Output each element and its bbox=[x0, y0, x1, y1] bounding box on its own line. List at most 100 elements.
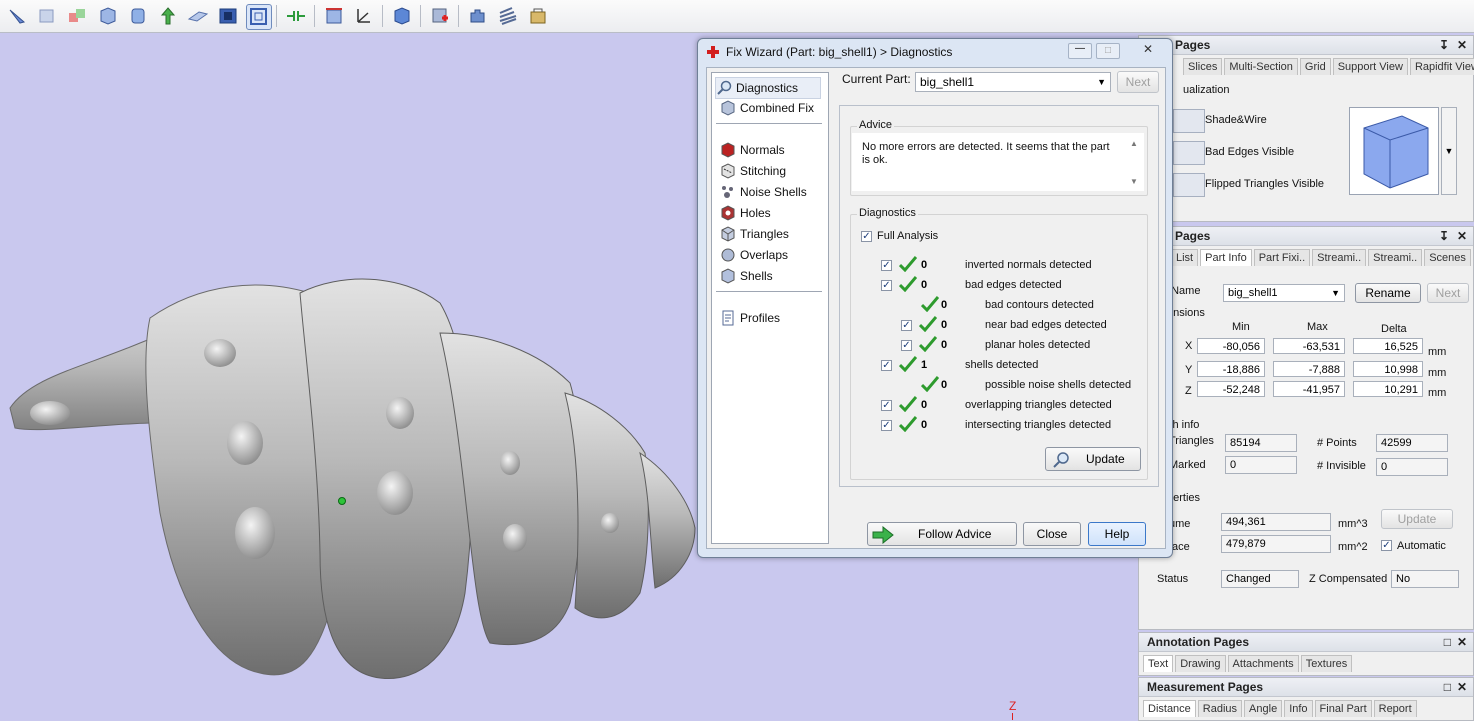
scroll-down-icon[interactable]: ▼ bbox=[1130, 177, 1138, 186]
tab-radius[interactable]: Radius bbox=[1197, 700, 1243, 717]
part-name-select[interactable]: big_shell1 ▼ bbox=[1223, 284, 1345, 302]
nav-item-combined-fix[interactable]: Combined Fix bbox=[720, 98, 814, 118]
close-icon[interactable]: ✕ bbox=[1457, 633, 1467, 651]
axis-xyz-icon[interactable] bbox=[352, 4, 376, 28]
next-button[interactable]: Next bbox=[1427, 283, 1469, 303]
tab-final-part[interactable]: Final Part bbox=[1314, 700, 1372, 717]
tab-rapidfit-view[interactable]: Rapidfit View bbox=[1409, 58, 1474, 75]
nav-item-shells[interactable]: Shells bbox=[720, 266, 773, 286]
maximize-icon[interactable]: □ bbox=[1444, 633, 1451, 651]
nav-item-overlaps[interactable]: Overlaps bbox=[720, 245, 788, 265]
tab-multi-section[interactable]: Multi-Section bbox=[1224, 58, 1298, 75]
tab-scenes[interactable]: Scenes bbox=[1424, 249, 1471, 266]
close-icon[interactable]: ✕ bbox=[1457, 678, 1467, 696]
y-min-field[interactable]: -18,886 bbox=[1197, 361, 1265, 377]
close-button[interactable]: Close bbox=[1023, 522, 1081, 546]
select-parts-icon[interactable] bbox=[35, 4, 59, 28]
tab-streaming-1[interactable]: Streami.. bbox=[1312, 249, 1367, 266]
tab-support-view[interactable]: Support View bbox=[1332, 58, 1408, 75]
triangles-field: 85194 bbox=[1225, 434, 1297, 452]
align-icon[interactable] bbox=[284, 4, 308, 28]
bad-edges-button[interactable] bbox=[1173, 141, 1205, 165]
nav-item-holes[interactable]: Holes bbox=[720, 203, 771, 223]
row-checkbox[interactable]: ✓ bbox=[881, 400, 892, 411]
cylinder-view-icon[interactable] bbox=[126, 4, 150, 28]
x-delta-field[interactable]: 16,525 bbox=[1353, 338, 1423, 354]
nav-item-stitching[interactable]: Stitching bbox=[720, 161, 786, 181]
z-max-field[interactable]: -41,957 bbox=[1273, 381, 1345, 397]
maximize-icon[interactable]: □ bbox=[1096, 43, 1120, 59]
shell-3d-model[interactable] bbox=[9, 278, 696, 680]
pin-icon[interactable]: ↧ bbox=[1439, 227, 1449, 245]
tab-distance[interactable]: Distance bbox=[1143, 700, 1196, 717]
tab-drawing[interactable]: Drawing bbox=[1175, 655, 1226, 672]
close-icon[interactable]: ✕ bbox=[1134, 41, 1162, 57]
tab-part-fixing[interactable]: Part Fixi.. bbox=[1253, 249, 1311, 266]
cube-view-icon[interactable] bbox=[96, 4, 120, 28]
close-icon[interactable]: ✕ bbox=[1457, 227, 1467, 245]
x-max-field[interactable]: -63,531 bbox=[1273, 338, 1345, 354]
maximize-icon[interactable]: □ bbox=[1444, 678, 1451, 696]
annotation-pages-panel: Annotation Pages □ ✕ Text Drawing Attach… bbox=[1138, 632, 1474, 676]
row-checkbox[interactable]: ✓ bbox=[881, 420, 892, 431]
view-dropdown-arrow-icon[interactable]: ▼ bbox=[1441, 107, 1457, 195]
package-icon[interactable] bbox=[526, 4, 550, 28]
export-part-icon[interactable] bbox=[390, 4, 414, 28]
tab-list[interactable]: List bbox=[1171, 249, 1199, 266]
colored-parts-icon[interactable] bbox=[65, 4, 89, 28]
pin-icon[interactable]: ↧ bbox=[1439, 36, 1449, 54]
nav-label-profiles: Profiles bbox=[740, 311, 781, 325]
fix-wizard-icon[interactable] bbox=[428, 4, 452, 28]
update-button[interactable]: Update bbox=[1045, 447, 1141, 471]
tab-textures[interactable]: Textures bbox=[1300, 655, 1353, 672]
tab-slices[interactable]: Slices bbox=[1183, 58, 1223, 75]
advice-textbox[interactable]: No more errors are detected. It seems th… bbox=[852, 133, 1144, 191]
x-min-field[interactable]: -80,056 bbox=[1197, 338, 1265, 354]
row-checkbox[interactable]: ✓ bbox=[881, 280, 892, 291]
tab-grid[interactable]: Grid bbox=[1299, 58, 1331, 75]
row-checkbox[interactable]: ✓ bbox=[881, 260, 892, 271]
row-checkbox[interactable]: ✓ bbox=[881, 360, 892, 371]
tab-angle[interactable]: Angle bbox=[1244, 700, 1283, 717]
select-tool-icon[interactable] bbox=[6, 4, 30, 28]
minimize-icon[interactable]: — bbox=[1068, 43, 1092, 59]
nav-item-normals[interactable]: Normals bbox=[720, 140, 785, 160]
automatic-checkbox[interactable]: ✓ bbox=[1381, 540, 1392, 551]
full-analysis-checkbox[interactable]: ✓ bbox=[861, 231, 872, 242]
tab-report[interactable]: Report bbox=[1373, 700, 1417, 717]
close-icon[interactable]: ✕ bbox=[1457, 36, 1467, 54]
nav-item-noise-shells[interactable]: Noise Shells bbox=[720, 182, 807, 202]
scroll-up-icon[interactable]: ▲ bbox=[1130, 139, 1138, 148]
next-button[interactable]: Next bbox=[1117, 71, 1159, 93]
shade-wire-button[interactable] bbox=[1173, 109, 1205, 133]
tab-part-info[interactable]: Part Info bbox=[1200, 249, 1252, 266]
nav-item-triangles[interactable]: Triangles bbox=[720, 224, 789, 244]
measure-part-icon[interactable] bbox=[322, 4, 346, 28]
help-button[interactable]: Help bbox=[1088, 522, 1146, 546]
follow-advice-button[interactable]: Follow Advice bbox=[867, 522, 1017, 546]
nav-item-profiles[interactable]: Profiles bbox=[720, 308, 780, 328]
flipped-triangles-button[interactable] bbox=[1173, 173, 1205, 197]
z-delta-field[interactable]: 10,291 bbox=[1353, 381, 1423, 397]
tab-streaming-2[interactable]: Streami.. bbox=[1368, 249, 1423, 266]
nav-item-diagnostics[interactable]: Diagnostics bbox=[715, 77, 821, 99]
y-delta-field[interactable]: 10,998 bbox=[1353, 361, 1423, 377]
current-part-select[interactable]: big_shell1 ▼ bbox=[915, 72, 1111, 92]
z-min-field[interactable]: -52,248 bbox=[1197, 381, 1265, 397]
row-checkbox[interactable]: ✓ bbox=[901, 320, 912, 331]
y-max-field[interactable]: -7,888 bbox=[1273, 361, 1345, 377]
dialog-titlebar[interactable]: Fix Wizard (Part: big_shell1) > Diagnost… bbox=[698, 39, 1172, 65]
tab-info[interactable]: Info bbox=[1284, 700, 1313, 717]
view-cube-preview[interactable] bbox=[1349, 107, 1439, 195]
puzzle-icon[interactable] bbox=[466, 4, 490, 28]
box-view-icon[interactable] bbox=[216, 4, 240, 28]
move-up-icon[interactable] bbox=[156, 4, 180, 28]
slices-icon[interactable] bbox=[496, 4, 520, 28]
row-checkbox[interactable]: ✓ bbox=[901, 340, 912, 351]
plane-icon[interactable] bbox=[186, 4, 210, 28]
wireframe-toggle-icon[interactable] bbox=[246, 4, 272, 30]
tab-text[interactable]: Text bbox=[1143, 655, 1174, 672]
tab-attachments[interactable]: Attachments bbox=[1227, 655, 1299, 672]
rename-button[interactable]: Rename bbox=[1355, 283, 1421, 303]
properties-update-button[interactable]: Update bbox=[1381, 509, 1453, 529]
